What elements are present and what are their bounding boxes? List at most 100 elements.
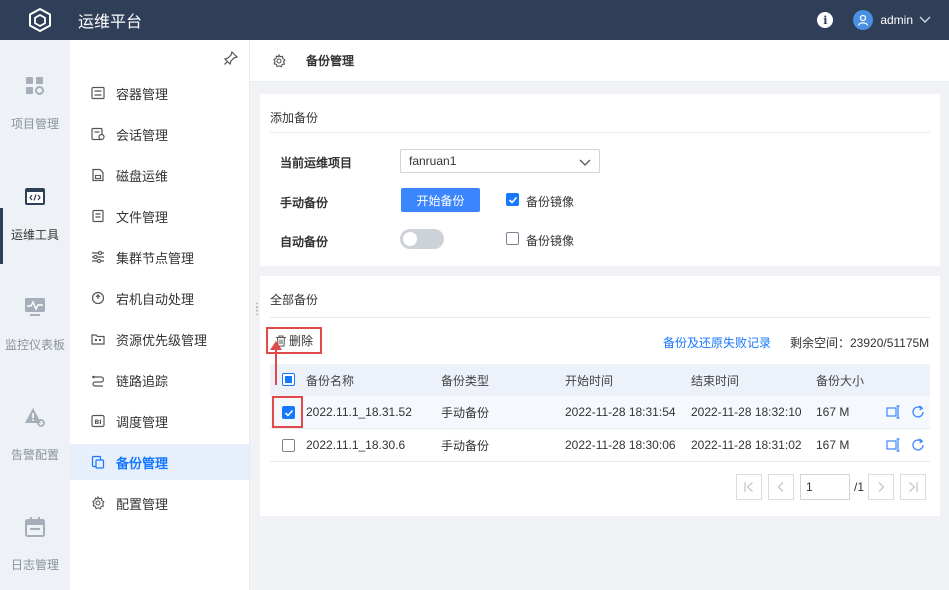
subnav-item-cluster[interactable]: 集群节点管理 (70, 239, 249, 275)
subnav-label: 备份管理 (116, 455, 169, 471)
chevron-down-icon[interactable] (919, 14, 931, 26)
column-header: 备份名称 (306, 373, 355, 388)
restore-icon[interactable] (886, 404, 902, 420)
prev-page-button[interactable] (768, 474, 794, 500)
subnav-label: 会话管理 (116, 127, 169, 143)
backup-type: 手动备份 (441, 405, 490, 420)
indeterminate-mark (285, 376, 292, 383)
backup-size: 167 M (816, 438, 850, 452)
rail-item-alert[interactable]: 告警配置 (0, 406, 70, 486)
column-header: 备份类型 (441, 373, 490, 388)
divider (270, 317, 930, 318)
subnav-label: 集群节点管理 (116, 250, 195, 266)
subnav-label: 资源优先级管理 (116, 332, 208, 348)
refresh-icon[interactable] (910, 404, 926, 420)
manual-backup-label: 手动备份 (280, 196, 329, 210)
trace-icon (90, 372, 106, 388)
subnav-item-session[interactable]: 会话管理 (70, 116, 249, 152)
column-header: 备份大小 (816, 373, 865, 388)
delete-button-label: 删除 (288, 334, 313, 348)
rail-label: 项目管理 (10, 117, 59, 131)
rail-label: 运维工具 (10, 228, 59, 242)
svg-text:BI: BI (94, 418, 101, 426)
all-backups-panel: 全部备份 删除 备份及还原失败记录 剩余空间：23920/51175M 备份名称… (260, 276, 940, 516)
failure-records-link[interactable]: 备份及还原失败记录 (663, 334, 771, 351)
monitor-pulse-icon (24, 296, 46, 318)
refresh-icon[interactable] (910, 437, 926, 453)
row-checkbox[interactable] (282, 439, 295, 452)
subnav-item-priority[interactable]: 资源优先级管理 (70, 321, 249, 357)
user-avatar-icon[interactable] (853, 10, 874, 30)
subnav-item-auto-recover[interactable]: 宕机自动处理 (70, 280, 249, 316)
remaining-space: 剩余空间：23920/51175M (790, 336, 930, 350)
table-row[interactable]: 2022.11.1_18.31.52 手动备份 2022-11-28 18:31… (270, 396, 930, 429)
rail-item-ops-tools[interactable]: 运维工具 (0, 186, 70, 266)
table-row[interactable]: 2022.11.1_18.30.6 手动备份 2022-11-28 18:30:… (270, 429, 930, 462)
manual-mirror-label: 备份镜像 (526, 195, 575, 209)
rail-item-project[interactable]: 项目管理 (0, 75, 70, 155)
rail-label: 日志管理 (10, 558, 59, 572)
subnav-item-disk[interactable]: 磁盘运维 (70, 157, 249, 193)
backup-type: 手动备份 (441, 438, 490, 453)
page-header: 备份管理 (250, 40, 949, 82)
backup-start: 2022-11-28 18:30:06 (565, 438, 676, 452)
page-input[interactable]: 1 (800, 474, 850, 500)
left-rail: 项目管理 运维工具 监控仪表板 告警配置 日志管理 (0, 40, 70, 590)
info-icon[interactable]: i (817, 12, 834, 28)
file-icon (90, 208, 106, 224)
add-backup-panel: 添加备份 当前运维项目 fanruan1 手动备份 开始备份 备份镜像 自动备份… (260, 94, 940, 266)
rail-item-logs[interactable]: 日志管理 (0, 516, 70, 590)
subnav-label: 宕机自动处理 (116, 291, 195, 307)
folder-priority-icon (90, 331, 106, 347)
project-select[interactable]: fanruan1 (400, 149, 600, 173)
subnav-item-trace[interactable]: 链路追踪 (70, 362, 249, 398)
subnav-label: 调度管理 (116, 414, 169, 430)
warning-gear-icon (24, 406, 46, 428)
first-page-button[interactable] (736, 474, 762, 500)
top-bar: 运维平台 i admin (0, 0, 949, 40)
subnav-item-config[interactable]: 配置管理 (70, 485, 249, 521)
subnav-label: 磁盘运维 (116, 168, 169, 184)
subnav-item-schedule[interactable]: BI 调度管理 (70, 403, 249, 439)
calendar-icon (24, 516, 46, 538)
backup-start: 2022-11-28 18:31:54 (565, 405, 676, 419)
chevron-down-icon (579, 156, 591, 168)
subnav-item-container[interactable]: 容器管理 (70, 75, 249, 111)
container-icon (90, 85, 106, 101)
rail-item-monitor[interactable]: 监控仪表板 (0, 296, 70, 376)
last-page-button[interactable] (900, 474, 927, 500)
pin-icon[interactable] (223, 50, 239, 66)
restore-icon[interactable] (886, 437, 902, 453)
gear-icon (272, 53, 286, 68)
auto-backup-label: 自动备份 (280, 235, 329, 249)
subnav-label: 文件管理 (116, 209, 169, 225)
subnav-label: 容器管理 (116, 86, 169, 102)
project-label: 当前运维项目 (280, 156, 353, 170)
backup-size: 167 M (816, 405, 850, 419)
subnav-item-file[interactable]: 文件管理 (70, 198, 249, 234)
backup-icon (90, 454, 106, 470)
subnav-label: 链路追踪 (116, 373, 169, 389)
auto-mirror-checkbox[interactable] (506, 232, 519, 245)
table-header: 备份名称 备份类型 开始时间 结束时间 备份大小 (270, 364, 930, 396)
select-all-checkbox[interactable] (282, 373, 295, 386)
grid-gear-icon (24, 75, 46, 97)
divider (270, 132, 930, 133)
column-header: 开始时间 (565, 373, 614, 388)
annotation-arrow-head (270, 341, 282, 350)
disk-icon (90, 167, 106, 183)
cube-logo-icon (26, 6, 54, 34)
page-total: /1 (854, 480, 865, 494)
next-page-button[interactable] (868, 474, 895, 500)
manual-mirror-checkbox[interactable] (506, 193, 519, 206)
subnav-label: 配置管理 (116, 496, 169, 512)
highlight-box (272, 396, 303, 428)
rail-label: 告警配置 (10, 448, 59, 462)
backup-name: 2022.11.1_18.31.52 (306, 405, 412, 419)
auto-backup-toggle[interactable] (400, 229, 444, 249)
subnav-item-backup[interactable]: 备份管理 (70, 444, 249, 480)
sub-navigation: 容器管理 会话管理 磁盘运维 文件管理 集群节点管理 宕机自动处理 资源优先级管… (70, 40, 250, 590)
start-backup-button[interactable]: 开始备份 (401, 188, 480, 212)
section-title: 添加备份 (270, 111, 319, 125)
username[interactable]: admin (880, 13, 913, 27)
